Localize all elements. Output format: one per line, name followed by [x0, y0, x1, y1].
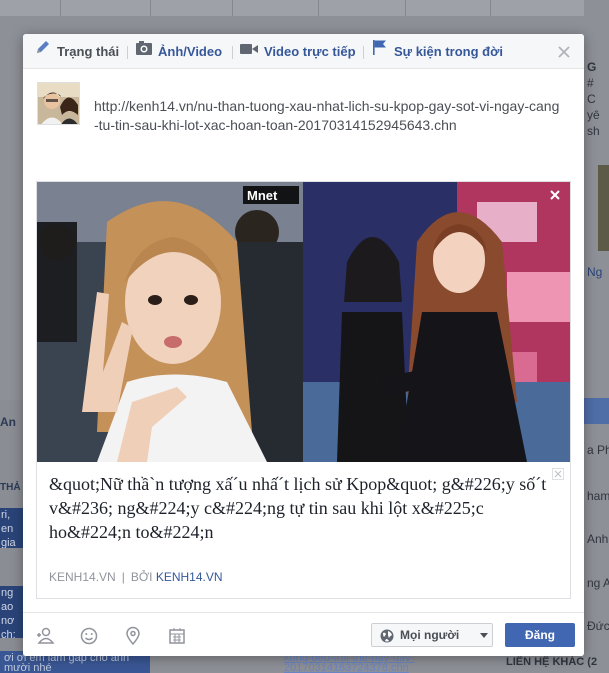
feeling-icon[interactable] [79, 626, 99, 646]
chevron-down-icon [480, 633, 488, 638]
pencil-icon [35, 34, 51, 68]
tab-status-label: Trạng thái [57, 44, 120, 59]
background-right-label: ng An [587, 576, 609, 590]
close-icon[interactable] [556, 44, 572, 60]
globe-icon [380, 628, 394, 650]
link-preview-meta: KENH14.VN | BỞI KENH14.VN [49, 570, 223, 584]
tab-photo-video-label: Ảnh/Video [158, 44, 223, 59]
calendar-icon[interactable] [167, 626, 187, 646]
video-camera-icon [240, 34, 258, 68]
background-right-label: sh [587, 124, 600, 138]
tab-divider [127, 46, 128, 59]
tab-live-video[interactable]: Video trực tiếp [240, 34, 356, 69]
background-right-label: Đức [587, 619, 609, 633]
background-right-label: yê [587, 108, 600, 122]
link-preview-author[interactable]: KENH14.VN [156, 570, 223, 584]
tab-divider [363, 46, 364, 59]
link-preview-author-prefix: BỞI [130, 570, 153, 584]
tag-friends-icon[interactable] [35, 626, 55, 646]
background-right-label: ham [587, 489, 609, 503]
status-input[interactable]: http://kenh14.vn/nu-than-tuong-xau-nhat-… [94, 97, 564, 135]
background-left-label: An [0, 415, 16, 429]
flag-icon [372, 34, 388, 68]
background-contacts-header: LIÊN HỆ KHÁC (2 [506, 656, 598, 668]
background-right-label: C [587, 92, 596, 106]
composer-tabs: Trạng thái Ảnh/Video Video trực tiếp Sự … [23, 34, 584, 69]
tab-life-event-label: Sự kiện trong đời [394, 44, 503, 59]
location-icon[interactable] [123, 626, 143, 646]
background-right-label: a Ph [587, 443, 609, 457]
composer-footer: Mọi người Đăng [23, 612, 584, 656]
background-right-label: G [587, 60, 597, 74]
tab-live-video-label: Video trực tiếp [264, 44, 356, 59]
link-preview-title[interactable]: &quot;Nữ thầ`n tượng xấ´u nhấ´t lịch sử … [49, 472, 554, 544]
tab-status[interactable]: Trạng thái [35, 34, 119, 69]
tab-photo-video[interactable]: Ảnh/Video [136, 34, 222, 69]
tab-life-event[interactable]: Sự kiện trong đời [372, 34, 503, 69]
post-composer-dialog: Trạng thái Ảnh/Video Video trực tiếp Sự … [23, 34, 584, 656]
audience-selector[interactable]: Mọi người [371, 623, 493, 647]
background-top-bar [0, 0, 609, 16]
image-watermark: Mnet [247, 188, 278, 203]
background-right-thumbnail [598, 165, 609, 251]
remove-image-icon[interactable] [548, 188, 562, 202]
link-preview-image: Mnet [37, 182, 570, 462]
camera-icon [136, 34, 152, 68]
link-preview-source: KENH14.VN [49, 570, 116, 584]
background-right-link: Ng [587, 265, 603, 279]
background-right-label: Anh [587, 532, 609, 546]
background-right-bar [584, 398, 609, 424]
background-left-post: ng ao nơ ch: lê ánh [0, 586, 24, 638]
audience-label: Mọi người [400, 628, 460, 642]
link-preview-card[interactable]: Mnet &quot;Nữ thầ`n tượng xấ´u nhấ´t lịc… [36, 181, 571, 599]
background-left-post: ri, en gia [0, 508, 24, 548]
post-button[interactable]: Đăng [505, 623, 575, 647]
meta-separator: | [121, 570, 125, 584]
background-left-label: THẢ [0, 482, 21, 493]
background-right-label: # [587, 76, 594, 90]
avatar [37, 82, 80, 125]
tab-divider [232, 46, 233, 59]
